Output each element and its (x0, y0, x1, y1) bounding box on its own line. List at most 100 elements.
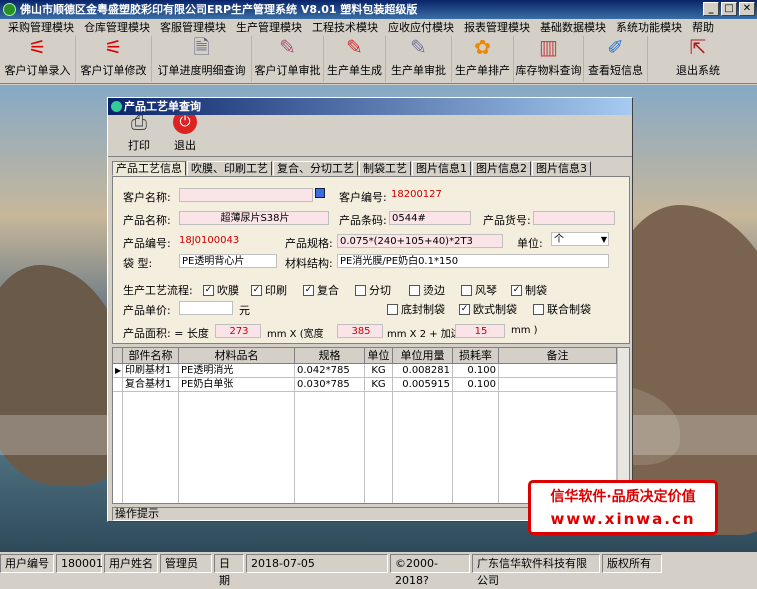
customer-order-approve-button[interactable]: ✎ 客户订单审批 (252, 35, 324, 82)
customer-order-entry-button[interactable]: ⚟ 客户订单录入 (0, 35, 76, 82)
inventory-query-button[interactable]: ▥ 库存物料查询 (514, 35, 584, 82)
dialog-title-bar: 产品工艺单查询 (108, 98, 632, 115)
status-hint: 操作提示 (115, 507, 159, 520)
unit-select[interactable]: 个 ▼ (551, 232, 609, 246)
check-print[interactable]: ✓ 印刷 (251, 282, 287, 298)
view-messages-button[interactable]: ✐ 查看短信息 (584, 35, 648, 82)
menu-basic-data[interactable]: 基础数据模块 (535, 19, 611, 36)
barcode-field[interactable]: 0544# (389, 211, 471, 225)
add-edge-field[interactable]: 15 (455, 324, 505, 338)
menu-production[interactable]: 生产管理模块 (231, 19, 307, 36)
spec-label: 产品规格: (285, 237, 333, 250)
price-field[interactable] (179, 301, 233, 315)
date-value: 2018-07-05 (246, 554, 388, 573)
col-remark[interactable]: 备注 (499, 348, 617, 364)
material-field[interactable]: PE消光膜/PE奶白0.1*150 (337, 254, 609, 268)
width-field[interactable]: 385 (337, 324, 383, 338)
approve-icon: ✎ (279, 35, 296, 59)
menu-help[interactable]: 帮助 (687, 19, 719, 36)
dialog-title: 产品工艺单查询 (124, 100, 201, 113)
product-item-field[interactable] (533, 211, 615, 225)
bag-type-field[interactable]: PE透明背心片 (179, 254, 277, 268)
message-icon: ✐ (607, 35, 624, 59)
product-name-field[interactable]: 超薄尿片S38片 (179, 211, 329, 225)
rights-text: 版权所有 (602, 554, 662, 573)
barcode-label: 产品条码: (339, 214, 387, 227)
watermark-slogan: 信华软件·品质决定价值 (550, 489, 696, 505)
menu-reports[interactable]: 报表管理模块 (459, 19, 535, 36)
dialog-tabs: 产品工艺信息 吹膜、印刷工艺 复合、分切工艺 制袋工艺 图片信息1 图片信息2 … (112, 161, 592, 176)
tab-image-2[interactable]: 图片信息2 (472, 161, 531, 176)
tab-product-info[interactable]: 产品工艺信息 (112, 161, 186, 176)
menu-receivables[interactable]: 应收应付模块 (383, 19, 459, 36)
col-spec[interactable]: 规格 (295, 348, 365, 364)
product-no-value: 18J0100043 (179, 235, 240, 246)
customer-name-label: 客户名称: (123, 191, 171, 204)
product-no-label: 产品编号: (123, 237, 171, 250)
date-label: 日期 (214, 554, 244, 587)
grid-header: 部件名称 材料品名 规格 单位 单位用量 损耗率 备注 (113, 348, 629, 364)
production-schedule-button[interactable]: ✿ 生产单排产 (452, 35, 514, 82)
inventory-icon: ▥ (539, 35, 558, 59)
app-status-bar: 用户编号 180001 用户姓名 管理员 日期 2018-07-05 ©2000… (0, 552, 757, 587)
menu-engineering[interactable]: 工程技术模块 (307, 19, 383, 36)
menu-bar: 采购管理模块 仓库管理模块 客服管理模块 生产管理模块 工程技术模块 应收应付模… (0, 19, 757, 36)
user-id-value: 180001 (56, 554, 103, 573)
production-order-approve-button[interactable]: ✎ 生产单审批 (386, 35, 452, 82)
tab-blow-print[interactable]: 吹膜、印刷工艺 (187, 161, 272, 176)
check-blow-film[interactable]: ✓ 吹膜 (203, 282, 239, 298)
watermark-url: www.xinwa.cn (550, 510, 696, 528)
col-unit-usage[interactable]: 单位用量 (393, 348, 453, 364)
check-gusset[interactable]: 风琴 (461, 282, 497, 298)
area-label: 产品面积: = 长度 (123, 327, 209, 340)
check-laminate[interactable]: ✓ 复合 (303, 282, 339, 298)
check-bottom-seal[interactable]: 底封制袋 (387, 301, 445, 317)
print-button[interactable]: ⎙ 打印 (116, 110, 162, 156)
check-slit[interactable]: 分切 (355, 282, 391, 298)
check-hem[interactable]: 烫边 (409, 282, 445, 298)
mm-x-width-label: mm X (宽度 (267, 329, 324, 340)
menu-warehouse[interactable]: 仓库管理模块 (79, 19, 155, 36)
minimize-button[interactable]: _ (703, 2, 719, 16)
tab-laminate-slit[interactable]: 复合、分切工艺 (273, 161, 358, 176)
dialog-exit-button[interactable]: ⏻ 退出 (162, 110, 208, 156)
col-material-name[interactable]: 材料品名 (179, 348, 295, 364)
length-field[interactable]: 273 (215, 324, 261, 338)
current-row-icon: ▶ (113, 364, 123, 378)
close-button[interactable]: ✕ (739, 2, 755, 16)
spec-field[interactable]: 0.075*(240+105+40)*2T3 (337, 234, 503, 248)
price-unit: 元 (239, 304, 250, 317)
menu-system[interactable]: 系统功能模块 (611, 19, 687, 36)
check-combined-bag[interactable]: 联合制袋 (533, 301, 591, 317)
copyright-text: ©2000-2018? (390, 554, 470, 587)
tab-bag-making[interactable]: 制袋工艺 (359, 161, 411, 176)
mm-close-label: mm ) (511, 325, 538, 336)
menu-customer-service[interactable]: 客服管理模块 (155, 19, 231, 36)
exit-system-button[interactable]: ⇱ 退出系统 (648, 35, 748, 82)
customer-no-label: 客户编号: (339, 191, 387, 204)
col-loss-rate[interactable]: 损耗率 (453, 348, 499, 364)
pdf-icon: ⚟ (104, 35, 123, 59)
menu-purchase[interactable]: 采购管理模块 (3, 19, 79, 36)
col-part-name[interactable]: 部件名称 (123, 348, 179, 364)
production-order-generate-button[interactable]: ✎ 生产单生成 (324, 35, 386, 82)
mm-x2-add-label: mm X 2 + 加边 (387, 329, 461, 340)
customer-order-edit-button[interactable]: ⚟ 客户订单修改 (76, 35, 152, 82)
table-row[interactable]: 复合基材1 PE奶白单张 0.030*785 KG 0.005915 0.100 (113, 378, 629, 392)
customer-name-field[interactable] (179, 188, 313, 202)
table-row[interactable]: ▶ 印刷基材1 PE透明消光 0.042*785 KG 0.008281 0.1… (113, 364, 629, 378)
tab-image-1[interactable]: 图片信息1 (412, 161, 471, 176)
check-euro-bag[interactable]: ✓ 欧式制袋 (459, 301, 517, 317)
bag-type-label: 袋 型: (123, 257, 153, 270)
lookup-icon[interactable] (315, 188, 325, 198)
order-progress-query-button[interactable]: 🗎 订单进度明细查询 (152, 35, 252, 82)
main-toolbar: ⚟ 客户订单录入 ⚟ 客户订单修改 🗎 订单进度明细查询 ✎ 客户订单审批 ✎ … (0, 35, 757, 84)
unit-label: 单位: (517, 237, 543, 250)
product-process-dialog: 产品工艺单查询 ⎙ 打印 ⏻ 退出 产品工艺信息 吹膜、印刷工艺 复合、分切工艺… (107, 97, 633, 522)
chevron-down-icon: ▼ (600, 235, 607, 244)
check-bag-making[interactable]: ✓ 制袋 (511, 282, 547, 298)
maximize-button[interactable]: □ (721, 2, 737, 16)
app-title: 佛山市顺德区金粤盛塑胶彩印有限公司ERP生产管理系统 V8.01 塑料包装超级版 (20, 3, 418, 16)
tab-image-3[interactable]: 图片信息3 (532, 161, 591, 176)
col-unit[interactable]: 单位 (365, 348, 393, 364)
